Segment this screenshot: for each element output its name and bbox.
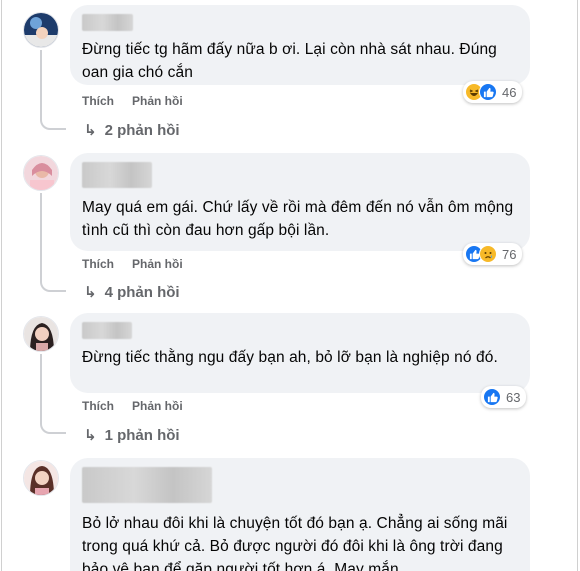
avatar[interactable] <box>23 460 59 496</box>
replies-count-label: 4 phản hồi <box>104 283 180 301</box>
reaction-count: 63 <box>506 389 521 405</box>
reply-arrow-icon: ↳ <box>84 122 97 139</box>
comment-actions: Thích Phản hồi <box>82 257 183 271</box>
author-name-blurred[interactable] <box>82 162 152 188</box>
avatar[interactable] <box>23 316 59 352</box>
reply-arrow-icon: ↳ <box>84 427 97 444</box>
view-replies-button[interactable]: ↳ 4 phản hồi <box>84 283 180 302</box>
like-button[interactable]: Thích <box>82 257 114 271</box>
author-name-blurred[interactable] <box>82 14 133 31</box>
avatar[interactable] <box>23 12 59 48</box>
like-button[interactable]: Thích <box>82 399 114 413</box>
view-replies-button[interactable]: ↳ 1 phản hồi <box>84 426 180 445</box>
reply-button[interactable]: Phản hồi <box>132 399 183 413</box>
comment-text: Đừng tiếc tg hãm đấy nữa b ơi. Lại còn n… <box>82 41 497 81</box>
reply-arrow-icon: ↳ <box>84 284 97 301</box>
like-button[interactable]: Thích <box>82 94 114 108</box>
comment-text: Đừng tiếc thằng ngu đấy bạn ah, bỏ lỡ bạ… <box>82 349 498 366</box>
sad-icon <box>479 245 497 263</box>
view-replies-button[interactable]: ↳ 2 phản hồi <box>84 121 180 140</box>
reaction-summary[interactable]: 46 <box>463 81 523 103</box>
like-icon <box>479 83 497 101</box>
comment-bubble: May quá em gái. Chứ lấy về rồi mà đêm đế… <box>70 153 530 251</box>
author-name-blurred[interactable] <box>82 322 132 339</box>
comment-text: May quá em gái. Chứ lấy về rồi mà đêm đế… <box>82 199 514 239</box>
comment-actions: Thích Phản hồi <box>82 94 183 108</box>
comment-bubble: Đừng tiếc thằng ngu đấy bạn ah, bỏ lỡ bạ… <box>70 313 530 393</box>
replies-count-label: 2 phản hồi <box>104 121 180 139</box>
reply-button[interactable]: Phản hồi <box>132 257 183 271</box>
comment-actions: Thích Phản hồi <box>82 399 183 413</box>
author-name-blurred[interactable] <box>82 467 212 503</box>
reaction-count: 46 <box>502 84 517 100</box>
replies-count-label: 1 phản hồi <box>104 426 180 444</box>
avatar[interactable] <box>23 155 59 191</box>
reply-button[interactable]: Phản hồi <box>132 94 183 108</box>
reaction-summary[interactable]: 76 <box>463 243 523 265</box>
comment-text: Bỏ lở nhau đôi khi là chuyện tốt đó bạn … <box>82 515 508 571</box>
comment-thread: Đừng tiếc tg hãm đấy nữa b ơi. Lại còn n… <box>1 0 578 571</box>
reaction-count: 76 <box>502 246 517 262</box>
comment-bubble: Đừng tiếc tg hãm đấy nữa b ơi. Lại còn n… <box>70 5 530 85</box>
reaction-summary[interactable]: 63 <box>481 386 527 408</box>
comment-bubble: Bỏ lở nhau đôi khi là chuyện tốt đó bạn … <box>70 458 530 571</box>
like-icon <box>483 388 501 406</box>
